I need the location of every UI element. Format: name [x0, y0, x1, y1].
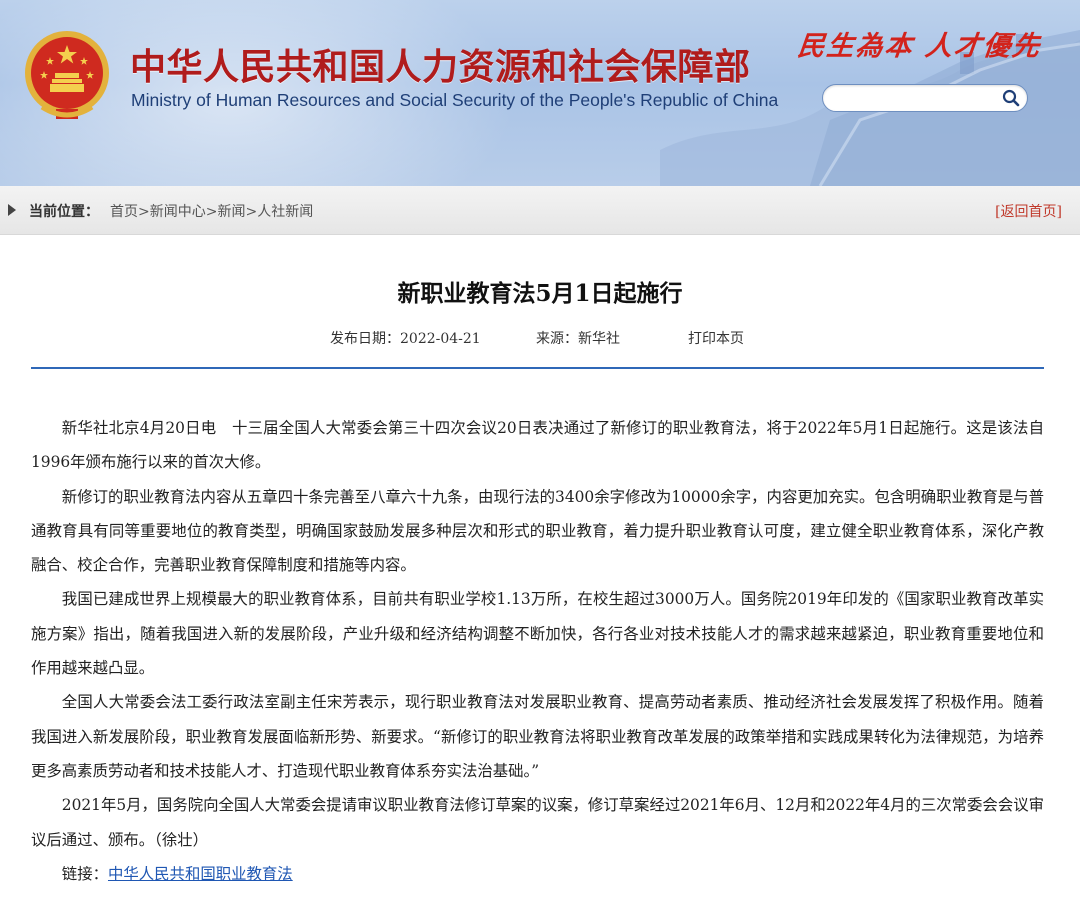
- site-title: 中华人民共和国人力资源和社会保障部: [130, 47, 751, 88]
- article-source: 来源：新华社: [536, 331, 620, 347]
- search-input[interactable]: [835, 88, 999, 110]
- breadcrumb-item-news[interactable]: 新闻: [217, 204, 245, 220]
- related-link-line: 链接：中华人民共和国职业教育法: [31, 857, 1044, 891]
- breadcrumb-separator: >: [205, 204, 218, 220]
- article-paragraph: 新华社北京4月20日电 十三届全国人大常委会第三十四次会议20日表决通过了新修订…: [31, 419, 1044, 472]
- search-box: [822, 84, 1028, 112]
- article-paragraph: 我国已建成世界上规模最大的职业教育体系，目前共有职业学校1.13万所，在校生超过…: [31, 590, 1044, 678]
- related-link-label: 链接：: [61, 864, 108, 883]
- breadcrumb-item-home[interactable]: 首页: [110, 204, 138, 220]
- breadcrumb-item-hr-news[interactable]: 人社新闻: [257, 204, 313, 220]
- breadcrumb-separator: >: [245, 204, 258, 220]
- article-body: 新华社北京4月20日电 十三届全国人大常委会第三十四次会议20日表决通过了新修订…: [31, 411, 1044, 891]
- slogan: 民生為本 人才優先: [796, 31, 1043, 62]
- article-paragraph: 全国人大常委会法工委行政法室副主任宋芳表示，现行职业教育法对发展职业教育、提高劳…: [31, 693, 1044, 780]
- breadcrumb-item-news-center[interactable]: 新闻中心: [150, 204, 206, 220]
- breadcrumb-separator: >: [138, 204, 150, 220]
- play-arrow-icon: [8, 204, 16, 216]
- national-emblem-icon: [25, 31, 109, 119]
- title-divider: [31, 367, 1044, 369]
- article-paragraph: 新修订的职业教育法内容从五章四十条完善至八章六十九条，由现行法的3400余字修改…: [31, 487, 1044, 575]
- return-home-link[interactable]: [返回首页]: [995, 201, 1062, 221]
- publish-date: 发布日期：2022-04-21: [330, 331, 481, 347]
- breadcrumb: 当前位置： 首页>新闻中心>新闻>人社新闻 [返回首页]: [0, 186, 1080, 235]
- article-paragraph: 2021年5月，国务院向全国人大常委会提请审议职业教育法修订草案的议案，修订草案…: [31, 796, 1044, 849]
- article-title: 新职业教育法5月1日起施行: [397, 280, 683, 307]
- print-page-link[interactable]: 打印本页: [688, 328, 744, 348]
- site-header: 中华人民共和国人力资源和社会保障部 Ministry of Human Reso…: [0, 0, 1080, 186]
- breadcrumb-label: 当前位置：: [29, 204, 99, 220]
- search-icon[interactable]: [1001, 88, 1021, 108]
- breadcrumb-path: 首页>新闻中心>新闻>人社新闻: [110, 201, 313, 221]
- site-subtitle: Ministry of Human Resources and Social S…: [131, 90, 779, 110]
- vocational-education-law-link[interactable]: 中华人民共和国职业教育法: [108, 865, 293, 883]
